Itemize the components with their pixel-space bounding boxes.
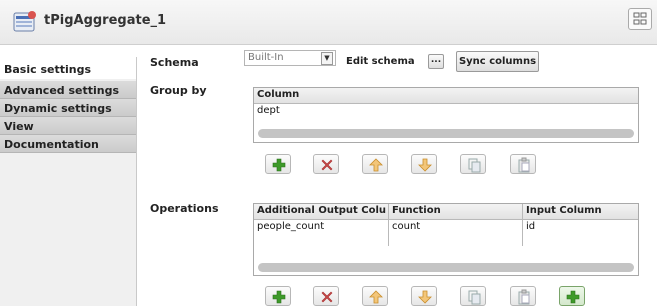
move-down-button[interactable] (411, 286, 437, 306)
column-divider (388, 204, 389, 246)
component-header: tPigAggregate_1 (0, 0, 657, 45)
column-header-input-column: Input Column (526, 205, 602, 216)
move-down-icon (418, 158, 432, 172)
table-header: Column (254, 88, 638, 104)
table-header: Additional Output Colu Function Input Co… (254, 204, 638, 220)
add-row-button[interactable] (265, 154, 291, 174)
column-header-column: Column (257, 89, 300, 100)
paste-icon (518, 289, 530, 305)
paste-button[interactable] (510, 154, 536, 174)
move-up-icon (369, 290, 383, 304)
paste-button[interactable] (510, 286, 536, 306)
edit-schema-button[interactable]: ... (428, 54, 444, 69)
copy-button[interactable] (460, 154, 486, 174)
settings-sidebar: Basic settings Advanced settings Dynamic… (0, 57, 137, 306)
schema-label: Schema (150, 56, 199, 69)
sidebar-item-advanced-settings[interactable]: Advanced settings (0, 81, 136, 99)
table-cell-dept[interactable]: dept (257, 105, 280, 116)
group-by-label: Group by (150, 84, 207, 97)
move-up-button[interactable] (362, 286, 388, 306)
edit-schema-label: Edit schema (346, 56, 415, 67)
copy-icon (468, 158, 481, 173)
move-up-button[interactable] (362, 154, 388, 174)
layout-toggle-icon[interactable] (628, 8, 652, 30)
sidebar-item-view[interactable]: View (0, 117, 136, 135)
copy-icon (468, 290, 481, 305)
column-divider (522, 204, 523, 246)
component-title: tPigAggregate_1 (44, 13, 167, 28)
move-down-button[interactable] (411, 154, 437, 174)
add-icon (272, 290, 286, 304)
table-cell-input-column[interactable]: id (526, 221, 535, 232)
paste-icon (518, 157, 530, 173)
remove-icon (321, 291, 333, 303)
table-cell-output-column[interactable]: people_count (257, 221, 324, 232)
pig-aggregate-component-icon (12, 9, 38, 35)
horizontal-scrollbar[interactable] (258, 263, 634, 272)
add-with-defaults-button[interactable] (559, 286, 585, 306)
add-icon (566, 290, 580, 304)
sidebar-item-basic-settings[interactable]: Basic settings (0, 57, 136, 79)
copy-button[interactable] (460, 286, 486, 306)
chevron-down-icon: ▼ (321, 52, 333, 65)
move-up-icon (369, 158, 383, 172)
schema-mode-select[interactable]: Built-In ▼ (244, 50, 336, 66)
column-header-function: Function (392, 205, 441, 216)
add-row-button[interactable] (265, 286, 291, 306)
remove-icon (321, 159, 333, 171)
sync-columns-button[interactable]: Sync columns (456, 51, 539, 72)
table-cell-function[interactable]: count (392, 221, 420, 232)
sidebar-item-dynamic-settings[interactable]: Dynamic settings (0, 99, 136, 117)
group-by-table[interactable]: Column dept (253, 87, 639, 143)
remove-row-button[interactable] (313, 286, 339, 306)
sidebar-item-documentation[interactable]: Documentation (0, 135, 136, 153)
column-header-additional-output-column: Additional Output Colu (257, 205, 387, 216)
operations-label: Operations (150, 202, 219, 215)
remove-row-button[interactable] (313, 154, 339, 174)
schema-mode-value: Built-In (248, 52, 284, 63)
add-icon (272, 158, 286, 172)
operations-table[interactable]: Additional Output Colu Function Input Co… (253, 203, 639, 276)
move-down-icon (418, 290, 432, 304)
horizontal-scrollbar[interactable] (258, 129, 634, 138)
